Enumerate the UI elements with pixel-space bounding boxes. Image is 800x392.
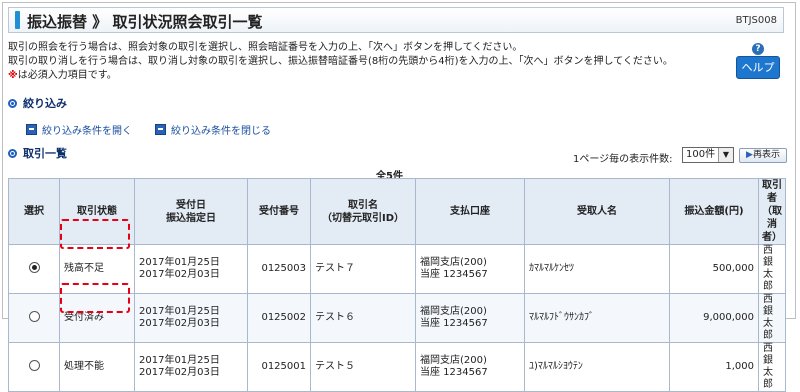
col-payee: 受取人名 bbox=[524, 178, 670, 245]
transfer-date: 2017年02月03日 bbox=[139, 367, 220, 378]
amount-cell: 9,000,000 bbox=[669, 293, 759, 343]
col-date: 受付日 振込指定日 bbox=[134, 178, 248, 245]
required-mark: ※ bbox=[8, 70, 18, 81]
payee-cell: ﾕ)ﾏﾙﾏﾙｼﾖｳﾃﾝ bbox=[524, 342, 670, 392]
col-name: 取引名 （切替元取引ID） bbox=[310, 178, 416, 245]
user-cell: 西銀太郎 bbox=[758, 293, 786, 343]
expand-icon bbox=[26, 124, 37, 135]
status-highlight-box bbox=[60, 283, 130, 313]
payee-cell: ｶﾏﾙﾏﾙｹﾝｾﾂ bbox=[524, 244, 670, 294]
instruction-line-1: 取引の照会を行う場合は、照会対象の取引を選択し、照会暗証番号を入力の上、「次へ」… bbox=[8, 42, 523, 53]
list-section-heading: 取引一覧 bbox=[8, 145, 67, 161]
title-bar: 振込振替 》 取引状況照会取引一覧 BTJS008 bbox=[8, 7, 784, 33]
accept-date: 2017年01月25日 bbox=[139, 355, 220, 366]
account-cell: 福岡支店(200) 当座 1234567 bbox=[415, 342, 525, 392]
title-accent bbox=[15, 11, 20, 29]
list-heading-label: 取引一覧 bbox=[23, 147, 67, 160]
transfer-date: 2017年02月03日 bbox=[139, 318, 220, 329]
row-radio[interactable] bbox=[28, 261, 40, 273]
branch: 福岡支店(200) bbox=[420, 306, 487, 317]
col-date-1: 受付日 bbox=[176, 199, 206, 211]
date-cell: 2017年01月25日 2017年02月03日 bbox=[134, 342, 248, 392]
col-user-2: （取消者） bbox=[762, 206, 782, 243]
table-row[interactable]: 処理不能 2017年01月25日 2017年02月03日 0125001 テスト５… bbox=[8, 342, 786, 392]
name-cell: テスト７ bbox=[310, 244, 416, 294]
required-note: ※は必須入力項目です。 bbox=[8, 69, 673, 83]
number-cell: 0125003 bbox=[247, 244, 311, 294]
amount-cell: 500,000 bbox=[669, 244, 759, 294]
open-filter-link[interactable]: 絞り込み条件を開く bbox=[26, 122, 132, 137]
col-amount: 振込金額(円) bbox=[669, 178, 759, 245]
status-cell: 処理不能 bbox=[59, 342, 135, 392]
col-user: 取引者 （取消者） bbox=[758, 178, 786, 245]
branch: 福岡支店(200) bbox=[420, 257, 487, 268]
account-number: 当座 1234567 bbox=[420, 318, 488, 329]
close-filter-link[interactable]: 絞り込み条件を閉じる bbox=[155, 122, 271, 137]
col-account: 支払口座 bbox=[415, 178, 525, 245]
question-icon: ? bbox=[752, 43, 764, 55]
help-button[interactable]: ヘルプ bbox=[736, 56, 780, 79]
col-select: 選択 bbox=[8, 178, 60, 245]
col-number: 受付番号 bbox=[247, 178, 311, 245]
user-cell: 西銀太郎 bbox=[758, 342, 786, 392]
col-date-2: 振込指定日 bbox=[166, 212, 216, 224]
perpage-value: 100件 bbox=[686, 149, 716, 160]
number-cell: 0125002 bbox=[247, 293, 311, 343]
accept-date: 2017年01月25日 bbox=[139, 257, 220, 268]
branch: 福岡支店(200) bbox=[420, 355, 487, 366]
perpage-select[interactable]: 100件 ▼ bbox=[682, 147, 734, 163]
col-user-1: 取引者 bbox=[762, 180, 782, 204]
select-cell[interactable] bbox=[8, 342, 60, 392]
accept-date: 2017年01月25日 bbox=[139, 306, 220, 317]
select-cell[interactable] bbox=[8, 293, 60, 343]
row-radio[interactable] bbox=[28, 310, 40, 322]
screen-code: BTJS008 bbox=[735, 15, 777, 26]
perpage-label: 1ページ毎の表示件数: bbox=[573, 154, 673, 165]
payee-cell: ﾏﾙﾏﾙﾌﾄﾞｳｻﾝｶﾌﾞ bbox=[524, 293, 670, 343]
name-cell: テスト５ bbox=[310, 342, 416, 392]
account-cell: 福岡支店(200) 当座 1234567 bbox=[415, 293, 525, 343]
col-name-2: （切替元取引ID） bbox=[321, 212, 405, 224]
open-filter-label: 絞り込み条件を開く bbox=[42, 126, 132, 137]
name-cell: テスト６ bbox=[310, 293, 416, 343]
filter-heading-label: 絞り込み bbox=[23, 97, 67, 110]
close-filter-label: 絞り込み条件を閉じる bbox=[171, 126, 271, 137]
redisplay-icon: ▶ bbox=[746, 150, 753, 160]
amount-cell: 1,000 bbox=[669, 342, 759, 392]
date-cell: 2017年01月25日 2017年02月03日 bbox=[134, 244, 248, 294]
filter-section-heading: 絞り込み bbox=[8, 95, 67, 111]
account-cell: 福岡支店(200) 当座 1234567 bbox=[415, 244, 525, 294]
required-text: は必須入力項目です。 bbox=[17, 70, 117, 81]
chevron-down-icon: ▼ bbox=[718, 148, 733, 162]
row-radio[interactable] bbox=[28, 359, 40, 371]
section-bullet-icon bbox=[8, 99, 17, 108]
instructions: 取引の照会を行う場合は、照会対象の取引を選択し、照会暗証番号を入力の上、「次へ」… bbox=[8, 41, 673, 83]
instruction-line-2: 取引の取り消しを行う場合は、取り消し対象の取引を選択し、振込振替暗証番号(8桁の… bbox=[8, 56, 673, 67]
redisplay-label: 再表示 bbox=[752, 150, 780, 160]
number-cell: 0125001 bbox=[247, 342, 311, 392]
collapse-icon bbox=[155, 124, 166, 135]
redisplay-button[interactable]: ▶再表示 bbox=[739, 148, 787, 163]
page-title: 振込振替 》 取引状況照会取引一覧 bbox=[27, 13, 263, 31]
transfer-date: 2017年02月03日 bbox=[139, 269, 220, 280]
status-highlight-box bbox=[60, 219, 130, 249]
account-number: 当座 1234567 bbox=[420, 269, 488, 280]
col-name-1: 取引名 bbox=[348, 199, 378, 211]
account-number: 当座 1234567 bbox=[420, 367, 488, 378]
select-cell[interactable] bbox=[8, 244, 60, 294]
date-cell: 2017年01月25日 2017年02月03日 bbox=[134, 293, 248, 343]
section-bullet-icon bbox=[8, 149, 17, 158]
user-cell: 西銀太郎 bbox=[758, 244, 786, 294]
